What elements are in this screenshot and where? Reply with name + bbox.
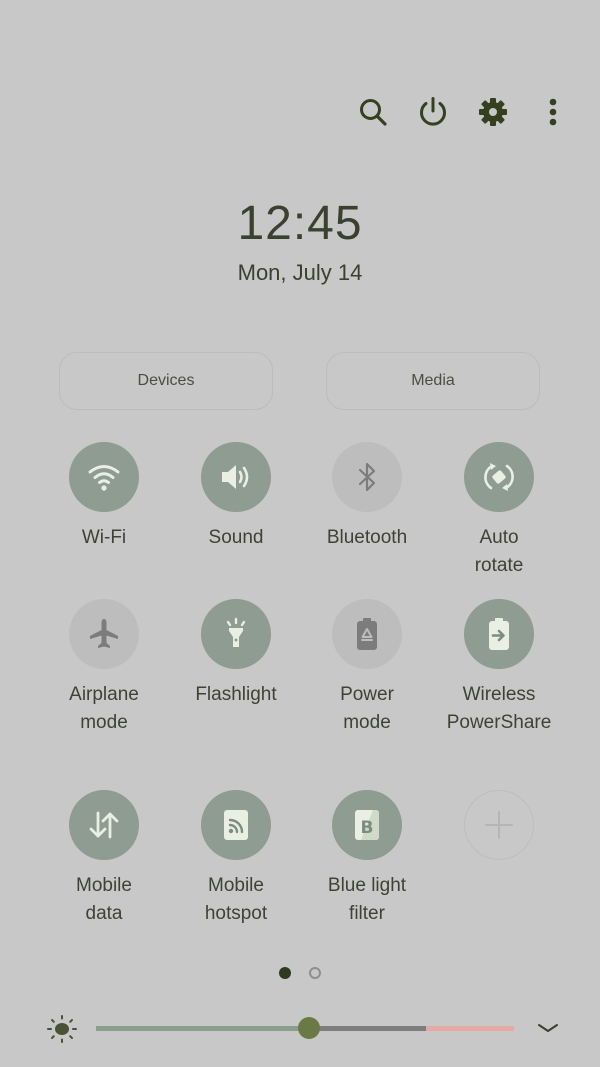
- hotspot-icon: [224, 810, 248, 840]
- search-button[interactable]: [356, 92, 390, 132]
- tile-label: Power mode: [340, 684, 394, 733]
- tile-mobile-hotspot-toggle[interactable]: [201, 790, 271, 860]
- tile-wifi-toggle[interactable]: [69, 442, 139, 512]
- tile-auto-rotate-toggle[interactable]: [464, 442, 534, 512]
- brightness-slider-thumb[interactable]: [298, 1017, 321, 1039]
- brightness-filled-track: [96, 1026, 310, 1031]
- airplane-icon: [90, 619, 118, 648]
- tile-flashlight[interactable]: Flashlight: [170, 599, 302, 709]
- tile-flashlight-toggle[interactable]: [201, 599, 271, 669]
- flashlight-icon: [226, 617, 246, 647]
- tile-mobile-data[interactable]: Mobile data: [38, 790, 170, 928]
- tile-bluetooth-toggle[interactable]: [332, 442, 402, 512]
- media-button[interactable]: Media: [326, 352, 540, 410]
- tile-wifi[interactable]: Wi-Fi: [38, 442, 170, 552]
- tile-label: Mobile hotspot: [204, 875, 268, 924]
- tile-mobile-hotspot[interactable]: Mobile hotspot: [170, 790, 302, 928]
- page-indicator: [0, 967, 600, 979]
- tile-label: Flashlight: [195, 684, 277, 705]
- tile-sound[interactable]: Sound: [170, 442, 302, 552]
- tile-airplane-mode[interactable]: Airplane mode: [38, 599, 170, 737]
- more-options-button[interactable]: [536, 92, 570, 132]
- clock-time[interactable]: 12:45: [0, 196, 600, 251]
- settings-button[interactable]: [476, 92, 510, 132]
- bluetooth-icon: [358, 462, 376, 492]
- battery-recycle-icon: [357, 618, 377, 650]
- wifi-icon: [88, 465, 120, 491]
- tile-label: Wi-Fi: [81, 527, 127, 548]
- tile-bluetooth[interactable]: Bluetooth: [301, 442, 433, 552]
- tile-label: Airplane mode: [69, 684, 139, 733]
- tile-label: Bluetooth: [326, 527, 408, 548]
- chevron-down-icon[interactable]: [536, 1018, 560, 1038]
- tile-label: Auto rotate: [474, 527, 524, 576]
- clock-date[interactable]: Mon, July 14: [0, 260, 600, 286]
- tile-label: Wireless PowerShare: [446, 684, 552, 733]
- brightness-remaining-track: [309, 1026, 427, 1031]
- tile-blue-light-filter-toggle[interactable]: B: [332, 790, 402, 860]
- tile-label: Mobile data: [76, 875, 132, 924]
- tile-wireless-powershare[interactable]: Wireless PowerShare: [433, 599, 565, 737]
- tile-label: Sound: [208, 527, 264, 548]
- tile-label: Blue light filter: [327, 875, 407, 924]
- battery-share-icon: [489, 618, 509, 650]
- tile-power-mode[interactable]: Power mode: [301, 599, 433, 737]
- tile-auto-rotate[interactable]: Auto rotate: [433, 442, 565, 580]
- page-dot-1[interactable]: [279, 967, 291, 979]
- page-dot-2[interactable]: [309, 967, 321, 979]
- auto-rotate-icon: [484, 463, 514, 491]
- tile-blue-light-filter[interactable]: B Blue light filter: [301, 790, 433, 928]
- tile-mobile-data-toggle[interactable]: [69, 790, 139, 860]
- blue-light-filter-icon: B: [355, 810, 379, 840]
- data-arrows-icon: [89, 811, 119, 839]
- search-icon: [360, 99, 387, 126]
- add-icon: [485, 811, 513, 839]
- tile-wireless-powershare-toggle[interactable]: [464, 599, 534, 669]
- tile-sound-toggle[interactable]: [201, 442, 271, 512]
- tile-add[interactable]: [433, 790, 565, 872]
- power-icon: [420, 97, 446, 126]
- tile-power-mode-toggle[interactable]: [332, 599, 402, 669]
- more-vert-icon: [549, 98, 557, 126]
- devices-button[interactable]: Devices: [59, 352, 273, 410]
- svg-text:B: B: [361, 818, 374, 838]
- volume-icon: [222, 465, 249, 489]
- tile-airplane-mode-toggle[interactable]: [69, 599, 139, 669]
- add-tile-button[interactable]: [464, 790, 534, 860]
- brightness-control: [0, 1010, 600, 1046]
- power-button[interactable]: [416, 92, 450, 132]
- gear-icon: [479, 98, 507, 126]
- top-action-bar: [356, 92, 570, 132]
- brightness-sun-icon: [47, 1015, 77, 1043]
- brightness-high-warning-track: [426, 1026, 514, 1031]
